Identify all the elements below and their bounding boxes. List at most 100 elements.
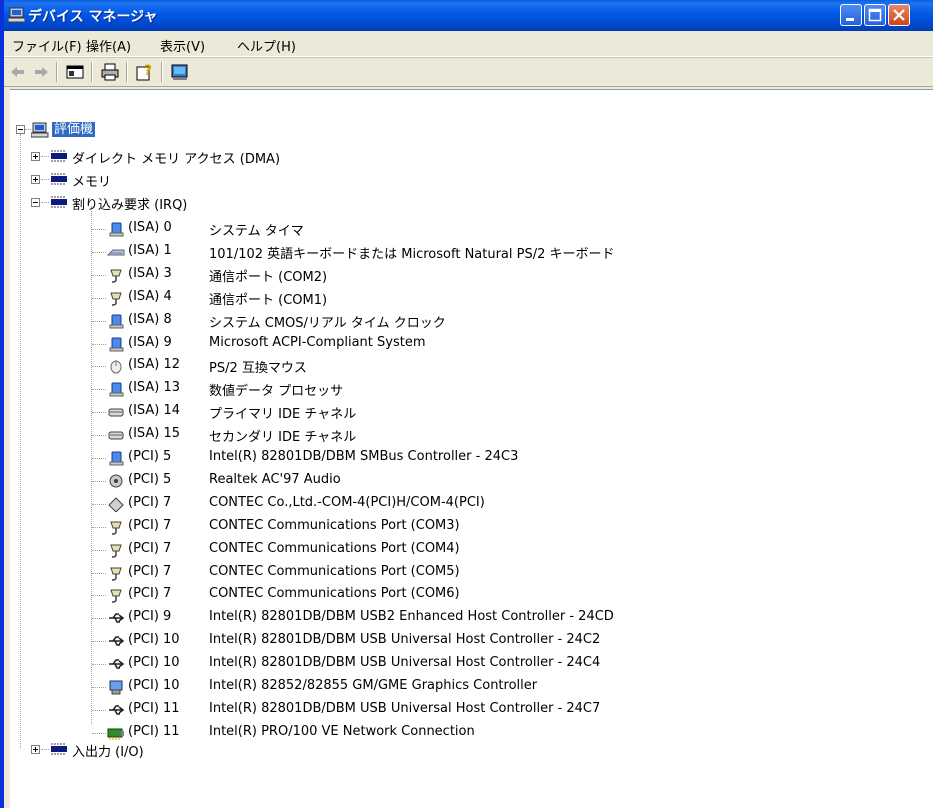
toolbar-separator (161, 62, 163, 82)
maximize-icon (868, 8, 882, 22)
irq-number: (ISA) 4 (128, 288, 172, 304)
mouse-icon (110, 360, 122, 374)
chip-icon (51, 150, 67, 162)
menu-bar: ファイル(F) 操作(A) 表示(V) ヘルプ(H) (4, 31, 933, 57)
toolbar-separator (91, 62, 93, 82)
device-name[interactable]: Intel(R) 82801DB/DBM USB Universal Host … (209, 655, 600, 670)
device-name[interactable]: セカンダリ IDE チャネル (209, 426, 356, 445)
device-tree[interactable]: 評価機 ダイレクト メモリ アクセス (DMA) メモリ 割り込み要求 (IRQ… (10, 89, 933, 809)
port-icon (110, 269, 122, 283)
device-name[interactable]: PS/2 互換マウス (209, 357, 307, 376)
device-name[interactable]: Intel(R) 82801DB/DBM SMBus Controller - … (209, 449, 518, 464)
forward-arrow-icon[interactable] (30, 61, 52, 83)
back-arrow-icon[interactable] (7, 61, 29, 83)
device-name[interactable]: CONTEC Communications Port (COM6) (209, 586, 460, 601)
toolbar-separator (126, 62, 128, 82)
maximize-button[interactable] (864, 4, 886, 26)
tree-root-label: 評価機 (52, 122, 96, 137)
port-icon (110, 567, 122, 581)
expand-button-memory[interactable] (31, 175, 40, 184)
scan-hardware-icon[interactable] (169, 61, 191, 83)
device-name[interactable]: Intel(R) 82852/82855 GM/GME Graphics Con… (209, 678, 537, 693)
port-icon (110, 521, 122, 535)
device-name[interactable]: システム タイマ (209, 220, 304, 239)
device-name[interactable]: システム CMOS/リアル タイム クロック (209, 312, 446, 331)
device-name[interactable]: 数値データ プロセッサ (209, 380, 343, 399)
minimize-button[interactable] (840, 4, 862, 26)
usb-icon (109, 636, 125, 646)
system-device-icon (109, 222, 124, 237)
irq-number: (PCI) 7 (128, 563, 172, 579)
device-name[interactable]: Realtek AC'97 Audio (209, 472, 341, 487)
irq-number: (PCI) 5 (128, 471, 172, 487)
ide-icon (108, 431, 124, 440)
expand-button-dma[interactable] (31, 152, 40, 161)
irq-number: (ISA) 13 (128, 380, 181, 396)
irq-number: (ISA) 3 (128, 265, 172, 281)
device-name[interactable]: Intel(R) 82801DB/DBM USB2 Enhanced Host … (209, 609, 614, 624)
menu-file[interactable]: ファイル(F) (12, 36, 82, 55)
irq-number: (PCI) 7 (128, 586, 172, 602)
irq-number: (PCI) 11 (128, 723, 180, 739)
irq-number: (PCI) 10 (128, 678, 180, 693)
device-name[interactable]: 通信ポート (COM2) (209, 266, 327, 285)
irq-number: (ISA) 12 (128, 357, 181, 373)
irq-number: (PCI) 5 (128, 449, 172, 464)
irq-number: (PCI) 7 (128, 494, 172, 510)
collapse-button-root[interactable] (16, 125, 25, 134)
irq-number: (ISA) 14 (128, 403, 181, 419)
category-irq[interactable]: 割り込み要求 (IRQ) (72, 194, 187, 213)
toolbar: ? (4, 57, 933, 87)
close-icon (893, 9, 905, 21)
device-name[interactable]: Intel(R) 82801DB/DBM USB Universal Host … (209, 632, 600, 647)
device-name[interactable]: Microsoft ACPI-Compliant System (209, 335, 425, 350)
computer-icon (8, 7, 25, 23)
audio-icon (109, 474, 123, 488)
irq-number: (ISA) 8 (128, 311, 172, 327)
port-icon (110, 589, 122, 604)
irq-number: (PCI) 10 (128, 655, 180, 671)
display-icon (109, 680, 123, 695)
port-icon (110, 544, 122, 558)
print-icon[interactable] (99, 61, 121, 83)
menu-help[interactable]: ヘルプ(H) (237, 36, 296, 55)
svg-text:?: ? (144, 63, 152, 79)
network-icon (107, 728, 124, 740)
show-hide-console-tree-icon[interactable] (64, 61, 86, 83)
multifunction-icon (108, 497, 124, 512)
category-memory[interactable]: メモリ (72, 171, 111, 190)
irq-number: (ISA) 15 (128, 426, 181, 442)
ide-icon (108, 408, 124, 417)
menu-action[interactable]: 操作(A) (86, 36, 131, 55)
device-name[interactable]: CONTEC Communications Port (COM3) (209, 518, 460, 533)
device-name[interactable]: Intel(R) 82801DB/DBM USB Universal Host … (209, 701, 600, 716)
irq-number: (PCI) 10 (128, 632, 180, 648)
device-name[interactable]: Intel(R) PRO/100 VE Network Connection (209, 724, 475, 739)
device-name[interactable]: プライマリ IDE チャネル (209, 403, 356, 422)
window-title: デバイス マネージャ (28, 9, 158, 25)
device-name[interactable]: CONTEC Communications Port (COM5) (209, 564, 460, 579)
irq-number: (PCI) 7 (128, 517, 172, 533)
title-bar[interactable]: デバイス マネージャ (4, 0, 933, 31)
system-device-icon (109, 314, 124, 329)
close-button[interactable] (888, 4, 910, 26)
device-name[interactable]: CONTEC Communications Port (COM4) (209, 541, 460, 556)
tree-root[interactable]: 評価機 (52, 118, 96, 140)
collapse-button-irq[interactable] (31, 198, 40, 207)
properties-help-icon[interactable]: ? (134, 61, 156, 83)
usb-icon (109, 659, 125, 669)
port-icon (110, 292, 122, 306)
system-device-icon (109, 337, 124, 351)
system-device-icon (109, 451, 124, 466)
irq-number: (ISA) 0 (128, 220, 172, 235)
device-name[interactable]: CONTEC Co.,Ltd.-COM-4(PCI)H/COM-4(PCI) (209, 495, 485, 510)
device-name[interactable]: 通信ポート (COM1) (209, 289, 327, 308)
category-io[interactable]: 入出力 (I/O) (72, 741, 144, 760)
expand-button-io[interactable] (31, 745, 40, 754)
irq-number: (PCI) 9 (128, 609, 172, 625)
usb-icon (109, 613, 125, 624)
computer-icon (31, 122, 49, 138)
device-name[interactable]: 101/102 英語キーボードまたは Microsoft Natural PS/… (209, 243, 615, 262)
category-dma[interactable]: ダイレクト メモリ アクセス (DMA) (72, 148, 280, 167)
menu-view[interactable]: 表示(V) (160, 36, 205, 55)
